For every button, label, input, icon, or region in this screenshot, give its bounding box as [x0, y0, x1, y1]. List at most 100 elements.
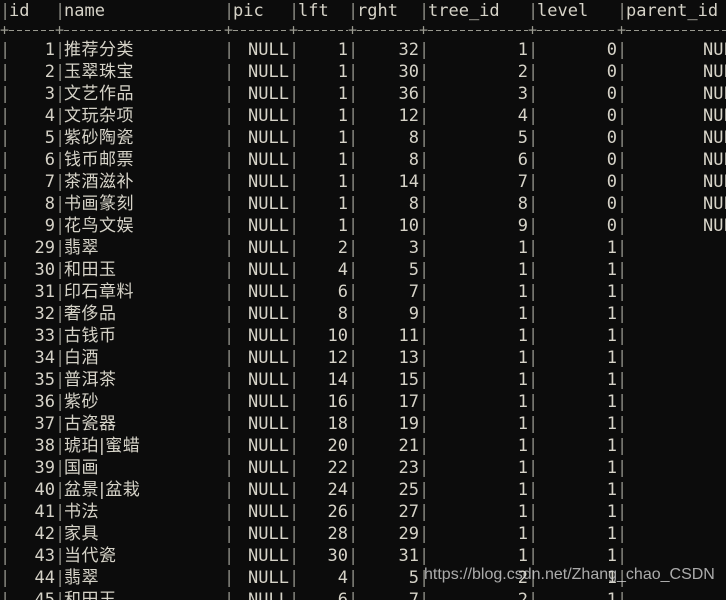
header-separator-row: + + + + + + + + + [0, 22, 726, 39]
cell-level: 1 [606, 304, 617, 324]
border-pipe: | [0, 216, 9, 236]
border-pipe: | [289, 260, 298, 280]
border-pipe: | [528, 1, 537, 21]
border-pipe: | [289, 568, 298, 588]
table-row: |29|翡翠|NULL|2|3|1|1|1| [0, 237, 726, 259]
cell-rght: 12 [398, 106, 419, 126]
cell-pic: NULL [248, 502, 289, 522]
border-pipe: | [528, 480, 537, 500]
column-header-id: id [9, 1, 30, 21]
cell-lft: 30 [327, 546, 348, 566]
border-pipe: | [224, 238, 233, 258]
cell-parent_id: 1 [626, 369, 726, 391]
border-pipe: | [224, 84, 233, 104]
border-pipe: | [528, 348, 537, 368]
border-pipe: | [528, 458, 537, 478]
cell-parent_id: 1 [626, 347, 726, 369]
border-pipe: | [419, 1, 428, 21]
border-pipe: | [0, 436, 9, 456]
border-pipe: | [348, 348, 357, 368]
cell-rght: 29 [398, 524, 419, 544]
cell-rght: 23 [398, 458, 419, 478]
cell-id: 3 [44, 84, 55, 104]
border-pipe: | [348, 106, 357, 126]
cell-tree_id: 1 [517, 260, 528, 280]
cell-parent_id: 1 [626, 391, 726, 413]
cell-name: 茶酒滋补 [64, 172, 134, 192]
cell-tree_id: 5 [517, 128, 528, 148]
cell-pic: NULL [248, 348, 289, 368]
border-pipe: | [55, 524, 64, 544]
cell-lft: 1 [337, 62, 348, 82]
border-pipe: | [0, 260, 9, 280]
cell-name: 和田玉 [64, 590, 117, 600]
cell-parent_id: NULL [703, 84, 726, 104]
cell-parent_id: 1 [626, 545, 726, 567]
border-pipe: | [55, 238, 64, 258]
border-pipe: | [528, 590, 537, 600]
cell-lft: 4 [337, 260, 348, 280]
border-pipe: | [419, 348, 428, 368]
cell-name: 印石章料 [64, 282, 134, 302]
border-pipe: | [0, 546, 9, 566]
border-pipe: | [528, 502, 537, 522]
border-pipe: | [528, 84, 537, 104]
border-pipe: | [419, 436, 428, 456]
cell-parent_id: NULL [703, 194, 726, 214]
cell-name: 家具 [64, 524, 99, 544]
cell-rght: 10 [398, 216, 419, 236]
cell-name: 书法 [64, 502, 99, 522]
border-pipe: | [528, 414, 537, 434]
border-pipe: | [224, 216, 233, 236]
border-pipe: | [224, 568, 233, 588]
cell-parent_id: 1 [626, 237, 726, 259]
border-pipe: | [289, 304, 298, 324]
cell-lft: 4 [337, 568, 348, 588]
border-pipe: | [348, 436, 357, 456]
cell-level: 1 [606, 282, 617, 302]
cell-level: 0 [606, 84, 617, 104]
border-pipe: | [419, 40, 428, 60]
border-pipe: | [55, 216, 64, 236]
cell-pic: NULL [248, 282, 289, 302]
border-pipe: | [419, 84, 428, 104]
border-pipe: | [617, 458, 626, 478]
cell-name: 白酒 [64, 348, 99, 368]
border-pipe: | [419, 458, 428, 478]
cell-rght: 32 [398, 40, 419, 60]
cell-lft: 6 [337, 282, 348, 302]
cell-tree_id: 1 [517, 436, 528, 456]
cell-pic: NULL [248, 106, 289, 126]
border-pipe: | [289, 370, 298, 390]
border-pipe: | [528, 150, 537, 170]
cell-tree_id: 1 [517, 304, 528, 324]
table-row: |33|古钱币|NULL|10|11|1|1|1| [0, 325, 726, 347]
cell-pic: NULL [248, 392, 289, 412]
cell-lft: 1 [337, 40, 348, 60]
border-pipe: | [617, 84, 626, 104]
cell-name: 书画篆刻 [64, 194, 134, 214]
cell-rght: 5 [408, 568, 419, 588]
column-header-pic: pic [233, 1, 264, 21]
separator-plus: + [289, 22, 298, 39]
border-pipe: | [528, 436, 537, 456]
border-pipe: | [419, 392, 428, 412]
border-pipe: | [55, 326, 64, 346]
border-pipe: | [289, 40, 298, 60]
border-pipe: | [348, 304, 357, 324]
cell-tree_id: 2 [517, 62, 528, 82]
table-row: |38|琥珀|蜜蜡|NULL|20|21|1|1|1| [0, 435, 726, 457]
border-pipe: | [617, 502, 626, 522]
cell-rght: 31 [398, 546, 419, 566]
border-pipe: | [55, 106, 64, 126]
border-pipe: | [348, 216, 357, 236]
cell-level: 1 [606, 260, 617, 280]
border-pipe: | [224, 260, 233, 280]
cell-pic: NULL [248, 238, 289, 258]
cell-rght: 3 [408, 238, 419, 258]
border-pipe: | [617, 282, 626, 302]
table-row: |31|印石章料|NULL|6|7|1|1|1| [0, 281, 726, 303]
border-pipe: | [289, 348, 298, 368]
cell-level: 0 [606, 172, 617, 192]
cell-name: 普洱茶 [64, 370, 117, 390]
